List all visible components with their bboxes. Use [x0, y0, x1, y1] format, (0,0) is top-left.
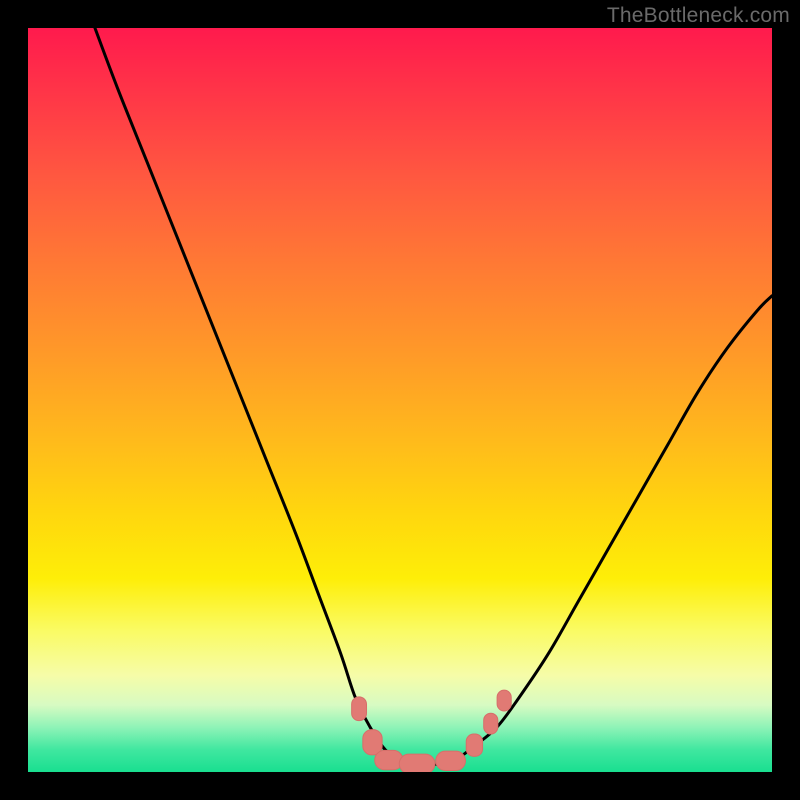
watermark-text: TheBottleneck.com — [607, 4, 790, 28]
marker — [399, 754, 435, 772]
bottleneck-curve — [95, 28, 772, 765]
chart-frame: TheBottleneck.com — [0, 0, 800, 800]
marker — [436, 751, 466, 770]
plot-area — [28, 28, 772, 772]
marker — [363, 730, 382, 755]
optimal-markers — [352, 690, 512, 772]
marker — [497, 690, 511, 711]
chart-svg — [28, 28, 772, 772]
marker — [466, 734, 482, 756]
marker — [375, 750, 403, 769]
marker — [484, 713, 498, 734]
marker — [352, 697, 367, 721]
